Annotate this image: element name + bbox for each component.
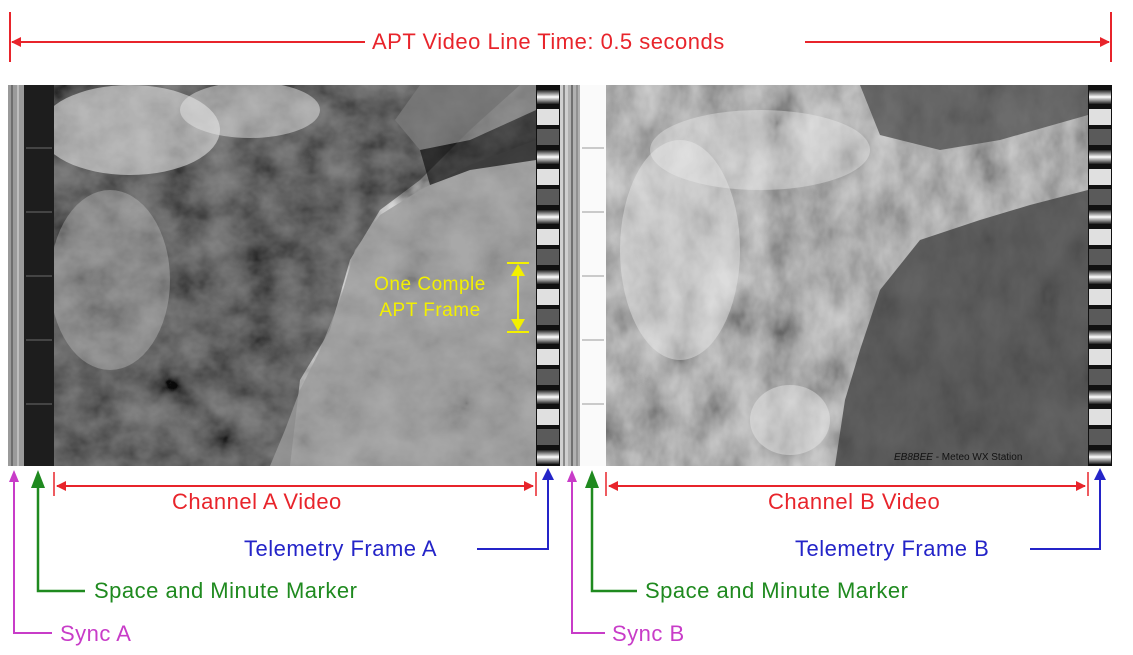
telemetry-wedge <box>537 389 559 405</box>
channel-b-video-label: Channel B Video <box>768 489 941 514</box>
telemetry-wedge <box>537 289 559 305</box>
telemetry-wedge <box>1089 289 1111 305</box>
telemetry-wedge <box>537 329 559 345</box>
telemetry-wedge <box>537 249 559 265</box>
telemetry-wedge <box>1089 409 1111 425</box>
telemetry-a-stripe <box>536 85 560 466</box>
telemetry-wedge <box>537 309 559 325</box>
telemetry-wedge <box>537 409 559 425</box>
telemetry-wedge <box>537 209 559 225</box>
sync-b-callout <box>567 470 605 634</box>
telemetry-wedge <box>537 269 559 285</box>
frame-label-line2: APT Frame <box>379 300 481 321</box>
telemetry-wedge <box>1089 269 1111 285</box>
telemetry-wedge <box>1089 149 1111 165</box>
telemetry-wedge <box>1089 169 1111 185</box>
telemetry-a-label: Telemetry Frame A <box>244 536 438 561</box>
telemetry-b-stripe <box>1088 85 1112 466</box>
sync-a-label: Sync A <box>60 621 132 646</box>
telemetry-wedge <box>1089 249 1111 265</box>
telemetry-b-callout <box>1030 468 1106 550</box>
telemetry-wedge <box>537 449 559 465</box>
telemetry-wedge <box>537 349 559 365</box>
line-time-title: APT Video Line Time: 0.5 seconds <box>372 29 725 54</box>
telemetry-wedge <box>1089 129 1111 145</box>
marker-b-label: Space and Minute Marker <box>645 578 909 603</box>
image-credit: EB8BEE - Meteo WX Station <box>894 452 1022 463</box>
frame-label: One Comple APT Frame <box>355 272 505 324</box>
marker-b-callout <box>585 470 637 593</box>
telemetry-wedge <box>1089 349 1111 365</box>
telemetry-wedge <box>537 169 559 185</box>
telemetry-wedge <box>1089 309 1111 325</box>
marker-a-label: Space and Minute Marker <box>94 578 358 603</box>
frame-label-line1: One Comple <box>374 274 486 295</box>
sync-b-label: Sync B <box>612 621 685 646</box>
telemetry-wedge <box>537 429 559 445</box>
sync-a-stripe <box>8 85 24 466</box>
telemetry-wedge <box>1089 449 1111 465</box>
telemetry-wedge <box>1089 389 1111 405</box>
telemetry-wedge <box>1089 229 1111 245</box>
sync-b-stripe <box>568 85 580 466</box>
telemetry-wedge <box>1089 189 1111 205</box>
telemetry-wedge <box>537 149 559 165</box>
credit-text: - Meteo WX Station <box>932 452 1023 463</box>
credit-callsign: EB8BEE <box>894 452 933 463</box>
telemetry-wedge <box>1089 209 1111 225</box>
telemetry-wedge <box>1089 369 1111 385</box>
telemetry-wedge <box>1089 109 1111 125</box>
telemetry-b-label: Telemetry Frame B <box>795 536 990 561</box>
telemetry-wedge <box>537 129 559 145</box>
channel-a-video-label: Channel A Video <box>172 489 342 514</box>
telemetry-wedge <box>537 229 559 245</box>
telemetry-wedge <box>537 89 559 105</box>
channel-b-image <box>606 85 1088 466</box>
telemetry-wedge <box>537 189 559 205</box>
telemetry-wedge <box>537 369 559 385</box>
sync-a-callout <box>9 470 52 634</box>
telemetry-wedge <box>1089 89 1111 105</box>
channel-b-panel <box>568 85 1112 466</box>
telemetry-wedge <box>1089 329 1111 345</box>
telemetry-wedge <box>537 109 559 125</box>
marker-a-callout <box>31 470 85 593</box>
telemetry-wedge <box>1089 429 1111 445</box>
telemetry-a-callout <box>477 468 554 550</box>
